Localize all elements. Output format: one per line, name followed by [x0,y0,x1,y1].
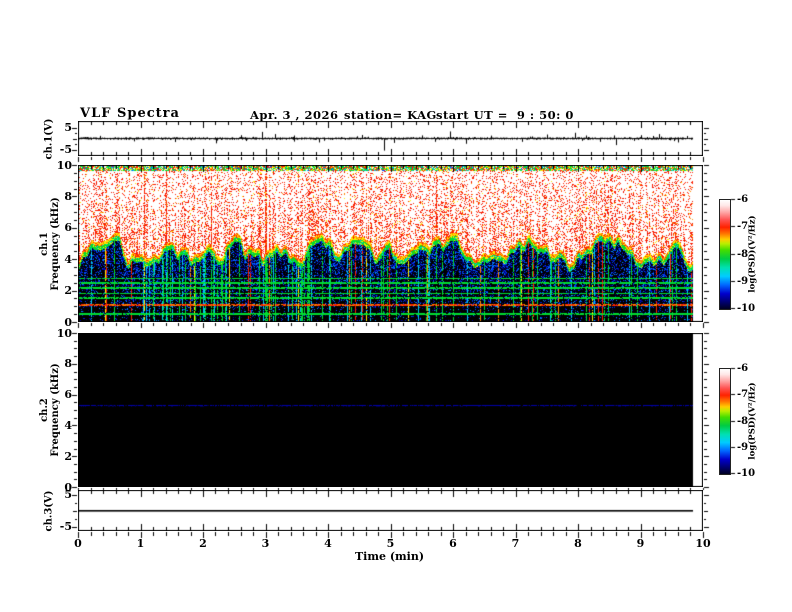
colorbar-tick-label: -6 [737,194,749,205]
colorbar2-label: log(PSD)(V²/Hz) [747,381,758,460]
colorbar-ch2 [719,368,731,475]
plot-start-ut: start UT = 9 : 50: 0 [436,108,574,122]
ch1-waveform-canvas [78,121,703,156]
colorbar-tick-label: -10 [737,468,756,479]
x-tick-label: 8 [574,537,582,550]
colorbar-tick-label: -9 [737,441,749,453]
colorbar-ch1 [719,199,731,310]
x-tick-label: 0 [74,537,82,550]
colorbar-tick-label: -7 [737,221,749,233]
plot-title: VLF Spectra [80,106,180,121]
plot-date: Apr. 3 , 2026 [250,108,339,122]
x-tick-label: 2 [199,537,207,550]
x-tick-label: 7 [511,537,520,550]
y-tick-label: 6 [64,221,72,235]
y-tick-label: 5 [64,488,72,501]
y-tick-label: -5 [59,143,72,156]
y-tick-label: 4 [64,252,72,266]
plot-station: station= KAG [344,108,437,122]
ch1-spectrogram-canvas [78,165,703,322]
x-axis-title: Time (min) [355,550,425,563]
colorbar-tick-label: -6 [737,363,749,374]
x-tick-label: 4 [324,537,332,550]
colorbar-tick-label: -10 [737,303,756,314]
ch1-spec-axis-label: ch.1 Frequency (kHz) [39,196,61,291]
y-tick-label: 5 [64,121,72,134]
vlf-spectra-plot: VLF Spectra Apr. 3 , 2026 station= KAG s… [0,0,792,612]
y-tick-label: 8 [64,357,72,371]
x-tick-label: 9 [636,537,645,550]
x-tick-label: 1 [136,537,145,550]
x-tick-label: 6 [449,537,457,550]
x-tick-label: 10 [695,537,711,550]
ch2-spec-axis-label: ch.2 Frequency (kHz) [39,363,61,457]
y-tick-label: 6 [64,388,72,402]
y-tick-label: 2 [64,284,72,298]
ch2-spectrogram-canvas [78,333,703,487]
x-tick-label: 3 [261,537,270,550]
colorbar-tick-label: -8 [737,248,749,260]
y-tick-label: 4 [64,418,72,432]
ch3-waveform-canvas [78,490,703,531]
y-tick-label: 10 [56,326,72,340]
x-tick-label: 5 [386,537,395,550]
y-tick-label: 2 [64,449,72,463]
colorbar-tick-label: -8 [737,415,749,427]
y-tick-label: 8 [64,189,72,203]
y-tick-label: -5 [59,520,72,533]
colorbar1-label: log(PSD)(V²/Hz) [747,214,758,293]
colorbar-tick-label: -9 [737,275,749,287]
y-tick-label: 10 [56,158,72,172]
colorbar-tick-label: -7 [737,389,749,401]
